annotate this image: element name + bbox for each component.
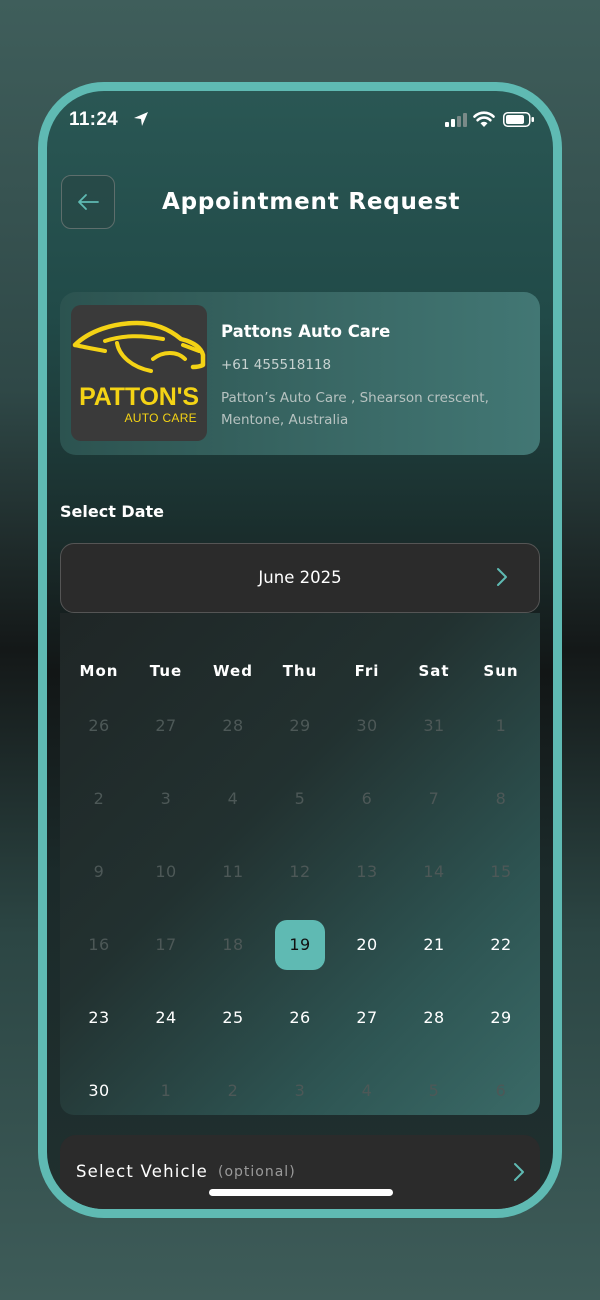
- calendar-day-disabled: 18: [222, 935, 244, 954]
- shop-card: PATTON'S AUTO CARE Pattons Auto Care +61…: [60, 292, 540, 455]
- calendar-day-disabled: 6: [361, 789, 373, 808]
- home-indicator: [209, 1189, 393, 1196]
- calendar-day-disabled: 14: [423, 862, 445, 881]
- shop-logo: PATTON'S AUTO CARE: [71, 305, 207, 441]
- optional-label: (optional): [218, 1164, 296, 1180]
- wifi-icon: [473, 111, 495, 127]
- calendar-day-disabled: 28: [222, 716, 244, 735]
- status-time: 11:24: [69, 109, 119, 130]
- weekday-sun: Sun: [483, 662, 519, 680]
- weekday-thu: Thu: [282, 662, 318, 680]
- weekday-sat: Sat: [418, 662, 450, 680]
- calendar-day-disabled: 7: [428, 789, 440, 808]
- calendar-day[interactable]: 29: [476, 998, 526, 1038]
- back-arrow-icon: [78, 194, 99, 210]
- select-vehicle-button[interactable]: Select Vehicle (optional): [60, 1135, 540, 1209]
- battery-icon: [503, 112, 534, 127]
- calendar-day-disabled: 13: [356, 862, 378, 881]
- calendar-day-disabled: 1: [160, 1081, 172, 1100]
- calendar-day-disabled: 17: [155, 935, 177, 954]
- weekday-wed: Wed: [213, 662, 253, 680]
- calendar-day-disabled: 2: [93, 789, 105, 808]
- calendar-week-row: 2 3 4 5 6 7 8: [60, 779, 540, 819]
- calendar-week-row: 23 24 25 26 27 28 29: [60, 998, 540, 1038]
- shop-phone[interactable]: +61 455518118: [221, 357, 331, 373]
- calendar-day[interactable]: 21: [409, 925, 459, 965]
- month-label: June 2025: [258, 568, 342, 587]
- calendar-day-disabled: 4: [361, 1081, 373, 1100]
- car-silhouette-icon: [72, 320, 206, 373]
- calendar-day-selected[interactable]: 19: [275, 920, 325, 970]
- calendar-day[interactable]: 22: [476, 925, 526, 965]
- calendar-day-disabled: 8: [495, 789, 507, 808]
- calendar-day[interactable]: 20: [342, 925, 392, 965]
- page-title: Appointment Request: [162, 189, 461, 215]
- calendar-week-row: 30 1 2 3 4 5 6: [60, 1071, 540, 1111]
- calendar-day[interactable]: 27: [342, 998, 392, 1038]
- select-vehicle-label: Select Vehicle: [76, 1162, 208, 1181]
- calendar-day[interactable]: 28: [409, 998, 459, 1038]
- calendar-day-disabled: 1: [495, 716, 507, 735]
- calendar-day-disabled: 29: [289, 716, 311, 735]
- shop-name: Pattons Auto Care: [221, 322, 391, 341]
- signal-icon: [445, 113, 467, 127]
- calendar-day-disabled: 4: [227, 789, 239, 808]
- month-selector: June 2025: [60, 543, 540, 613]
- calendar-day-disabled: 15: [490, 862, 512, 881]
- shop-address: Patton’s Auto Care , Shearson crescent, …: [221, 390, 489, 428]
- calendar-day-disabled: 26: [88, 716, 110, 735]
- calendar-day-disabled: 5: [428, 1081, 440, 1100]
- calendar-day-disabled: 27: [155, 716, 177, 735]
- logo-text: PATTON'S: [79, 383, 199, 411]
- calendar-day-disabled: 6: [495, 1081, 507, 1100]
- calendar-day[interactable]: 26: [275, 998, 325, 1038]
- calendar-day-disabled: 3: [294, 1081, 306, 1100]
- calendar-day[interactable]: 25: [208, 998, 258, 1038]
- calendar-day-disabled: 30: [356, 716, 378, 735]
- weekday-fri: Fri: [354, 662, 380, 680]
- weekday-header-row: Mon Tue Wed Thu Fri Sat Sun: [60, 651, 540, 691]
- calendar-day-disabled: 16: [88, 935, 110, 954]
- calendar-day-disabled: 10: [155, 862, 177, 881]
- calendar-week-row: 16 17 18 19 20 21 22: [60, 920, 540, 970]
- calendar-week-row: 9 10 11 12 13 14 15: [60, 852, 540, 892]
- calendar-day[interactable]: 24: [141, 998, 191, 1038]
- back-button[interactable]: [61, 175, 115, 229]
- status-bar: 11:24: [47, 91, 553, 141]
- calendar-day[interactable]: 23: [74, 998, 124, 1038]
- calendar-day-disabled: 12: [289, 862, 311, 881]
- location-arrow-icon: [134, 112, 148, 126]
- chevron-right-icon: [514, 1163, 524, 1181]
- weekday-tue: Tue: [149, 662, 183, 680]
- calendar-day[interactable]: 30: [74, 1071, 124, 1111]
- calendar-day-disabled: 9: [93, 862, 105, 881]
- next-month-chevron-right-icon[interactable]: [495, 566, 509, 588]
- calendar-week-row: 26 27 28 29 30 31 1: [60, 706, 540, 746]
- calendar-day-disabled: 2: [227, 1081, 239, 1100]
- calendar-day-disabled: 5: [294, 789, 306, 808]
- phone-frame: 11:24 Appointment Request PATTON'S AUTO …: [38, 82, 562, 1218]
- calendar-grid: Mon Tue Wed Thu Fri Sat Sun 26 27 28 29 30 31…: [60, 613, 540, 1115]
- logo-subtext: AUTO CARE: [124, 411, 197, 425]
- select-date-label: Select Date: [60, 502, 164, 521]
- calendar-day-disabled: 31: [423, 716, 445, 735]
- calendar-day-disabled: 3: [160, 789, 172, 808]
- calendar-day-disabled: 11: [222, 862, 244, 881]
- weekday-mon: Mon: [79, 662, 119, 680]
